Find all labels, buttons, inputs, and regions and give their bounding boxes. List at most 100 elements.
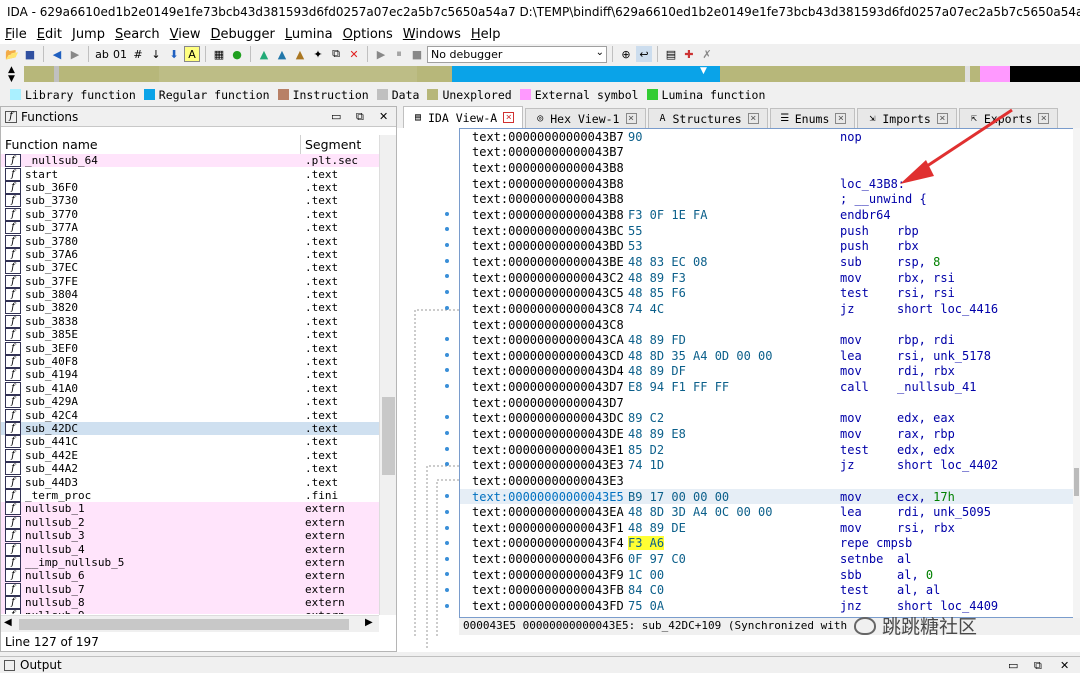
graph-view-icon[interactable]: ▦ bbox=[211, 46, 227, 62]
disasm-line[interactable]: text:00000000000043EA 48 8D 3D A4 0C 00 0… bbox=[460, 504, 1079, 520]
function-row[interactable]: f _term_proc .fini bbox=[1, 488, 379, 502]
create-struct-icon[interactable]: ▲ bbox=[274, 46, 290, 62]
function-row[interactable]: f sub_3838 .text bbox=[1, 314, 379, 328]
function-row[interactable]: f sub_3820 .text bbox=[1, 301, 379, 315]
stop-icon[interactable]: ■ bbox=[409, 46, 425, 62]
disassembly-listing[interactable]: text:00000000000043B7 90 nop text:000000000… bbox=[459, 128, 1080, 618]
disasm-line[interactable]: text:00000000000043D4 48 89 DF mov rdi, rbx bbox=[460, 364, 1079, 380]
function-row[interactable]: f nullsub_2 extern bbox=[1, 515, 379, 529]
close-icon[interactable]: × bbox=[936, 113, 948, 124]
column-header-segment[interactable]: Segment bbox=[301, 137, 361, 152]
function-row[interactable]: f sub_3730 .text bbox=[1, 194, 379, 208]
play-icon[interactable]: ▶ bbox=[373, 46, 389, 62]
function-row[interactable]: f sub_4194 .text bbox=[1, 368, 379, 382]
disassembly-vertical-scrollbar[interactable] bbox=[1073, 128, 1080, 618]
menu-jump[interactable]: Jump bbox=[67, 27, 110, 42]
disasm-line[interactable]: text:00000000000043C8 bbox=[460, 317, 1079, 333]
debugger-select[interactable]: No debugger ⌄ bbox=[427, 45, 607, 63]
function-row[interactable]: f sub_385E .text bbox=[1, 328, 379, 342]
scrollbar-thumb[interactable] bbox=[382, 397, 395, 475]
function-row[interactable]: f sub_377A .text bbox=[1, 221, 379, 235]
tab-enums[interactable]: ☰ Enums × bbox=[769, 108, 856, 128]
disasm-line[interactable]: text:00000000000043E1 85 D2 test edx, edx bbox=[460, 442, 1079, 458]
menu-debugger[interactable]: Debugger bbox=[206, 27, 280, 42]
function-row[interactable]: f nullsub_4 extern bbox=[1, 542, 379, 556]
menu-help[interactable]: Help bbox=[466, 27, 506, 42]
create-enum-icon[interactable]: ▲ bbox=[292, 46, 308, 62]
forward-arrow-icon[interactable]: ▶ bbox=[67, 46, 83, 62]
disasm-line[interactable]: text:00000000000043B8 loc_43B8: bbox=[460, 176, 1079, 192]
disasm-line[interactable]: text:00000000000043CD 48 8D 35 A4 0D 00 0… bbox=[460, 348, 1079, 364]
function-row[interactable]: f sub_36F0 .text bbox=[1, 180, 379, 194]
close-icon[interactable]: × bbox=[1038, 113, 1050, 124]
close-icon[interactable]: × bbox=[503, 112, 515, 123]
scroll-left-icon[interactable]: ◀ bbox=[4, 617, 12, 628]
create-function-icon[interactable]: ▲ bbox=[256, 46, 272, 62]
unlink-icon[interactable]: ✗ bbox=[699, 46, 715, 62]
menu-view[interactable]: View bbox=[165, 27, 206, 42]
function-row[interactable]: f sub_44A2 .text bbox=[1, 462, 379, 476]
disasm-line[interactable]: text:00000000000043D7 E8 94 F1 FF FF call _… bbox=[460, 379, 1079, 395]
search-text-icon[interactable]: ab bbox=[94, 46, 110, 62]
disasm-line[interactable]: text:00000000000043BD 53 push rbx bbox=[460, 238, 1079, 254]
disasm-line[interactable]: text:00000000000043B8 F3 0F 1E FA endbr64 bbox=[460, 207, 1079, 223]
search-immediate-icon[interactable]: # bbox=[130, 46, 146, 62]
disasm-line[interactable]: text:00000000000043BE 48 83 EC 08 sub rsp, … bbox=[460, 254, 1079, 270]
search-next-icon[interactable]: ↓ bbox=[148, 46, 164, 62]
menu-file[interactable]: File bbox=[0, 27, 32, 42]
function-row[interactable]: f sub_3780 .text bbox=[1, 234, 379, 248]
breakpoint-icon[interactable]: ⊕ bbox=[618, 46, 634, 62]
disasm-line[interactable]: text:00000000000043C8 74 4C jz short loc_44… bbox=[460, 301, 1079, 317]
column-header-function-name[interactable]: Function name bbox=[1, 135, 301, 154]
menu-search[interactable]: Search bbox=[110, 27, 165, 42]
tab-hex-view-1[interactable]: ◎ Hex View-1 × bbox=[525, 108, 646, 128]
function-row[interactable]: f sub_3804 .text bbox=[1, 288, 379, 302]
save-icon[interactable]: ■ bbox=[22, 46, 38, 62]
function-row[interactable]: f sub_44D3 .text bbox=[1, 475, 379, 489]
menu-options[interactable]: Options bbox=[338, 27, 398, 42]
disasm-line[interactable]: text:00000000000043B8 bbox=[460, 160, 1079, 176]
disasm-line[interactable]: text:00000000000043F6 0F 97 C0 setnbe al bbox=[460, 551, 1079, 567]
run-green-icon[interactable]: ● bbox=[229, 46, 245, 62]
scrollbar-thumb[interactable] bbox=[1074, 468, 1079, 496]
scrollbar-thumb[interactable] bbox=[19, 619, 349, 630]
disasm-line[interactable]: text:00000000000043B7 90 nop bbox=[460, 129, 1079, 145]
disasm-line[interactable]: text:00000000000043DC 89 C2 mov edx, eax bbox=[460, 411, 1079, 427]
restore-icon[interactable]: ▭ bbox=[331, 110, 341, 123]
function-row[interactable]: f sub_37A6 .text bbox=[1, 247, 379, 261]
disasm-line[interactable]: text:00000000000043C2 48 89 F3 mov rbx, rsi bbox=[460, 270, 1079, 286]
close-icon[interactable]: ✕ bbox=[379, 110, 388, 123]
plugin-icon[interactable]: ✚ bbox=[681, 46, 697, 62]
menu-lumina[interactable]: Lumina bbox=[280, 27, 338, 42]
menu-windows[interactable]: Windows bbox=[398, 27, 466, 42]
disasm-line[interactable]: text:00000000000043C5 48 85 F6 test rsi, rs… bbox=[460, 285, 1079, 301]
disasm-line[interactable]: text:00000000000043D7 bbox=[460, 395, 1079, 411]
function-row[interactable]: f sub_42DC .text bbox=[1, 421, 379, 436]
function-row[interactable]: f nullsub_1 extern bbox=[1, 502, 379, 516]
disasm-line[interactable]: text:00000000000043E3 74 1D jz short loc_44… bbox=[460, 457, 1079, 473]
disasm-line[interactable]: text:00000000000043FD 75 0A jnz short loc_4… bbox=[460, 598, 1079, 614]
functions-vertical-scrollbar[interactable] bbox=[379, 135, 396, 615]
function-row[interactable]: f nullsub_8 extern bbox=[1, 595, 379, 610]
function-row[interactable]: f start .text bbox=[1, 167, 379, 181]
flow-chart-icon[interactable]: ✦ bbox=[310, 46, 326, 62]
function-row[interactable]: f nullsub_7 extern bbox=[1, 582, 379, 596]
disasm-line[interactable]: text:00000000000043F1 48 89 DE mov rsi, rbx bbox=[460, 520, 1079, 536]
close-icon[interactable]: × bbox=[835, 113, 847, 124]
menu-edit[interactable]: Edit bbox=[32, 27, 67, 42]
disasm-line[interactable]: text:00000000000043E5 B9 17 00 00 00 mov ec… bbox=[460, 488, 1079, 505]
tab-imports[interactable]: ⇲ Imports × bbox=[857, 108, 957, 128]
delete-icon[interactable]: ✕ bbox=[346, 46, 362, 62]
function-row[interactable]: f sub_37FE .text bbox=[1, 274, 379, 288]
function-row[interactable]: f __imp_nullsub_5 extern bbox=[1, 555, 379, 570]
function-row[interactable]: f sub_41A0 .text bbox=[1, 381, 379, 395]
disasm-line[interactable]: text:00000000000043FB 84 C0 test al, al bbox=[460, 583, 1079, 599]
jump-down-icon[interactable]: ⬇ bbox=[166, 46, 182, 62]
patch-icon[interactable]: ⧉ bbox=[328, 46, 344, 62]
close-icon[interactable]: ✕ bbox=[1060, 659, 1069, 672]
disasm-line[interactable]: text:00000000000043BC 55 push rbp bbox=[460, 223, 1079, 239]
disasm-line[interactable]: text:00000000000043F9 1C 00 sbb al, 0 bbox=[460, 567, 1079, 583]
tab-structures[interactable]: A Structures × bbox=[647, 108, 768, 128]
pause-icon[interactable]: ⏸ bbox=[391, 46, 407, 62]
step-icon[interactable]: ↩ bbox=[636, 46, 652, 62]
